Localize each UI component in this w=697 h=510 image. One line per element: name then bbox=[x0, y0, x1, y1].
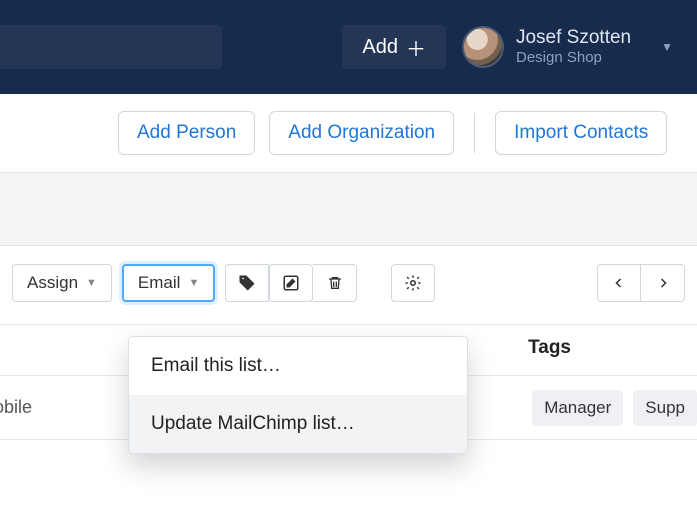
caret-down-icon: ▼ bbox=[86, 277, 97, 289]
profile-menu[interactable]: Josef Szotten Design Shop ▼ bbox=[462, 26, 673, 68]
caret-down-icon: ▼ bbox=[188, 277, 199, 289]
cell-phone-type: obile bbox=[0, 397, 32, 418]
column-header-tags: Tags bbox=[528, 337, 571, 359]
avatar bbox=[462, 26, 504, 68]
add-button[interactable]: Add ＋ bbox=[342, 25, 446, 69]
tag-button[interactable] bbox=[225, 264, 269, 302]
action-row: Add Person Add Organization Import Conta… bbox=[0, 94, 697, 172]
edit-icon bbox=[282, 274, 300, 292]
top-navbar: Add ＋ Josef Szotten Design Shop ▼ bbox=[0, 0, 697, 94]
tag-icon bbox=[238, 274, 256, 292]
pager bbox=[597, 264, 685, 302]
delete-button[interactable] bbox=[313, 264, 357, 302]
import-contacts-button[interactable]: Import Contacts bbox=[495, 111, 667, 155]
edit-button[interactable] bbox=[269, 264, 313, 302]
search-input[interactable] bbox=[0, 25, 222, 69]
chevron-down-icon: ▼ bbox=[661, 40, 673, 54]
tag-chip[interactable]: Manager bbox=[532, 390, 623, 426]
cell-tags: Manager Supp bbox=[532, 390, 697, 426]
gear-icon bbox=[404, 274, 422, 292]
tag-chip[interactable]: Supp bbox=[633, 390, 697, 426]
chevron-right-icon bbox=[657, 275, 669, 291]
plus-icon: ＋ bbox=[406, 33, 426, 62]
trash-icon bbox=[327, 274, 343, 292]
email-dropdown: Email this list… Update MailChimp list… bbox=[128, 336, 468, 454]
list-toolbar: Assign ▼ Email ▼ bbox=[0, 246, 697, 304]
filter-band bbox=[0, 172, 697, 246]
email-label: Email bbox=[138, 273, 181, 293]
settings-button[interactable] bbox=[391, 264, 435, 302]
assign-button[interactable]: Assign ▼ bbox=[12, 264, 112, 302]
dropdown-item-update-mailchimp[interactable]: Update MailChimp list… bbox=[129, 395, 467, 453]
email-button[interactable]: Email ▼ bbox=[122, 264, 215, 302]
add-organization-button[interactable]: Add Organization bbox=[269, 111, 454, 155]
profile-subtitle: Design Shop bbox=[516, 49, 631, 67]
profile-name: Josef Szotten bbox=[516, 27, 631, 50]
icon-button-group bbox=[225, 264, 357, 302]
assign-label: Assign bbox=[27, 273, 78, 293]
next-page-button[interactable] bbox=[641, 264, 685, 302]
add-person-button[interactable]: Add Person bbox=[118, 111, 255, 155]
chevron-left-icon bbox=[613, 275, 625, 291]
prev-page-button[interactable] bbox=[597, 264, 641, 302]
divider bbox=[474, 113, 475, 153]
add-button-label: Add bbox=[362, 36, 398, 59]
dropdown-item-email-list[interactable]: Email this list… bbox=[129, 337, 467, 395]
